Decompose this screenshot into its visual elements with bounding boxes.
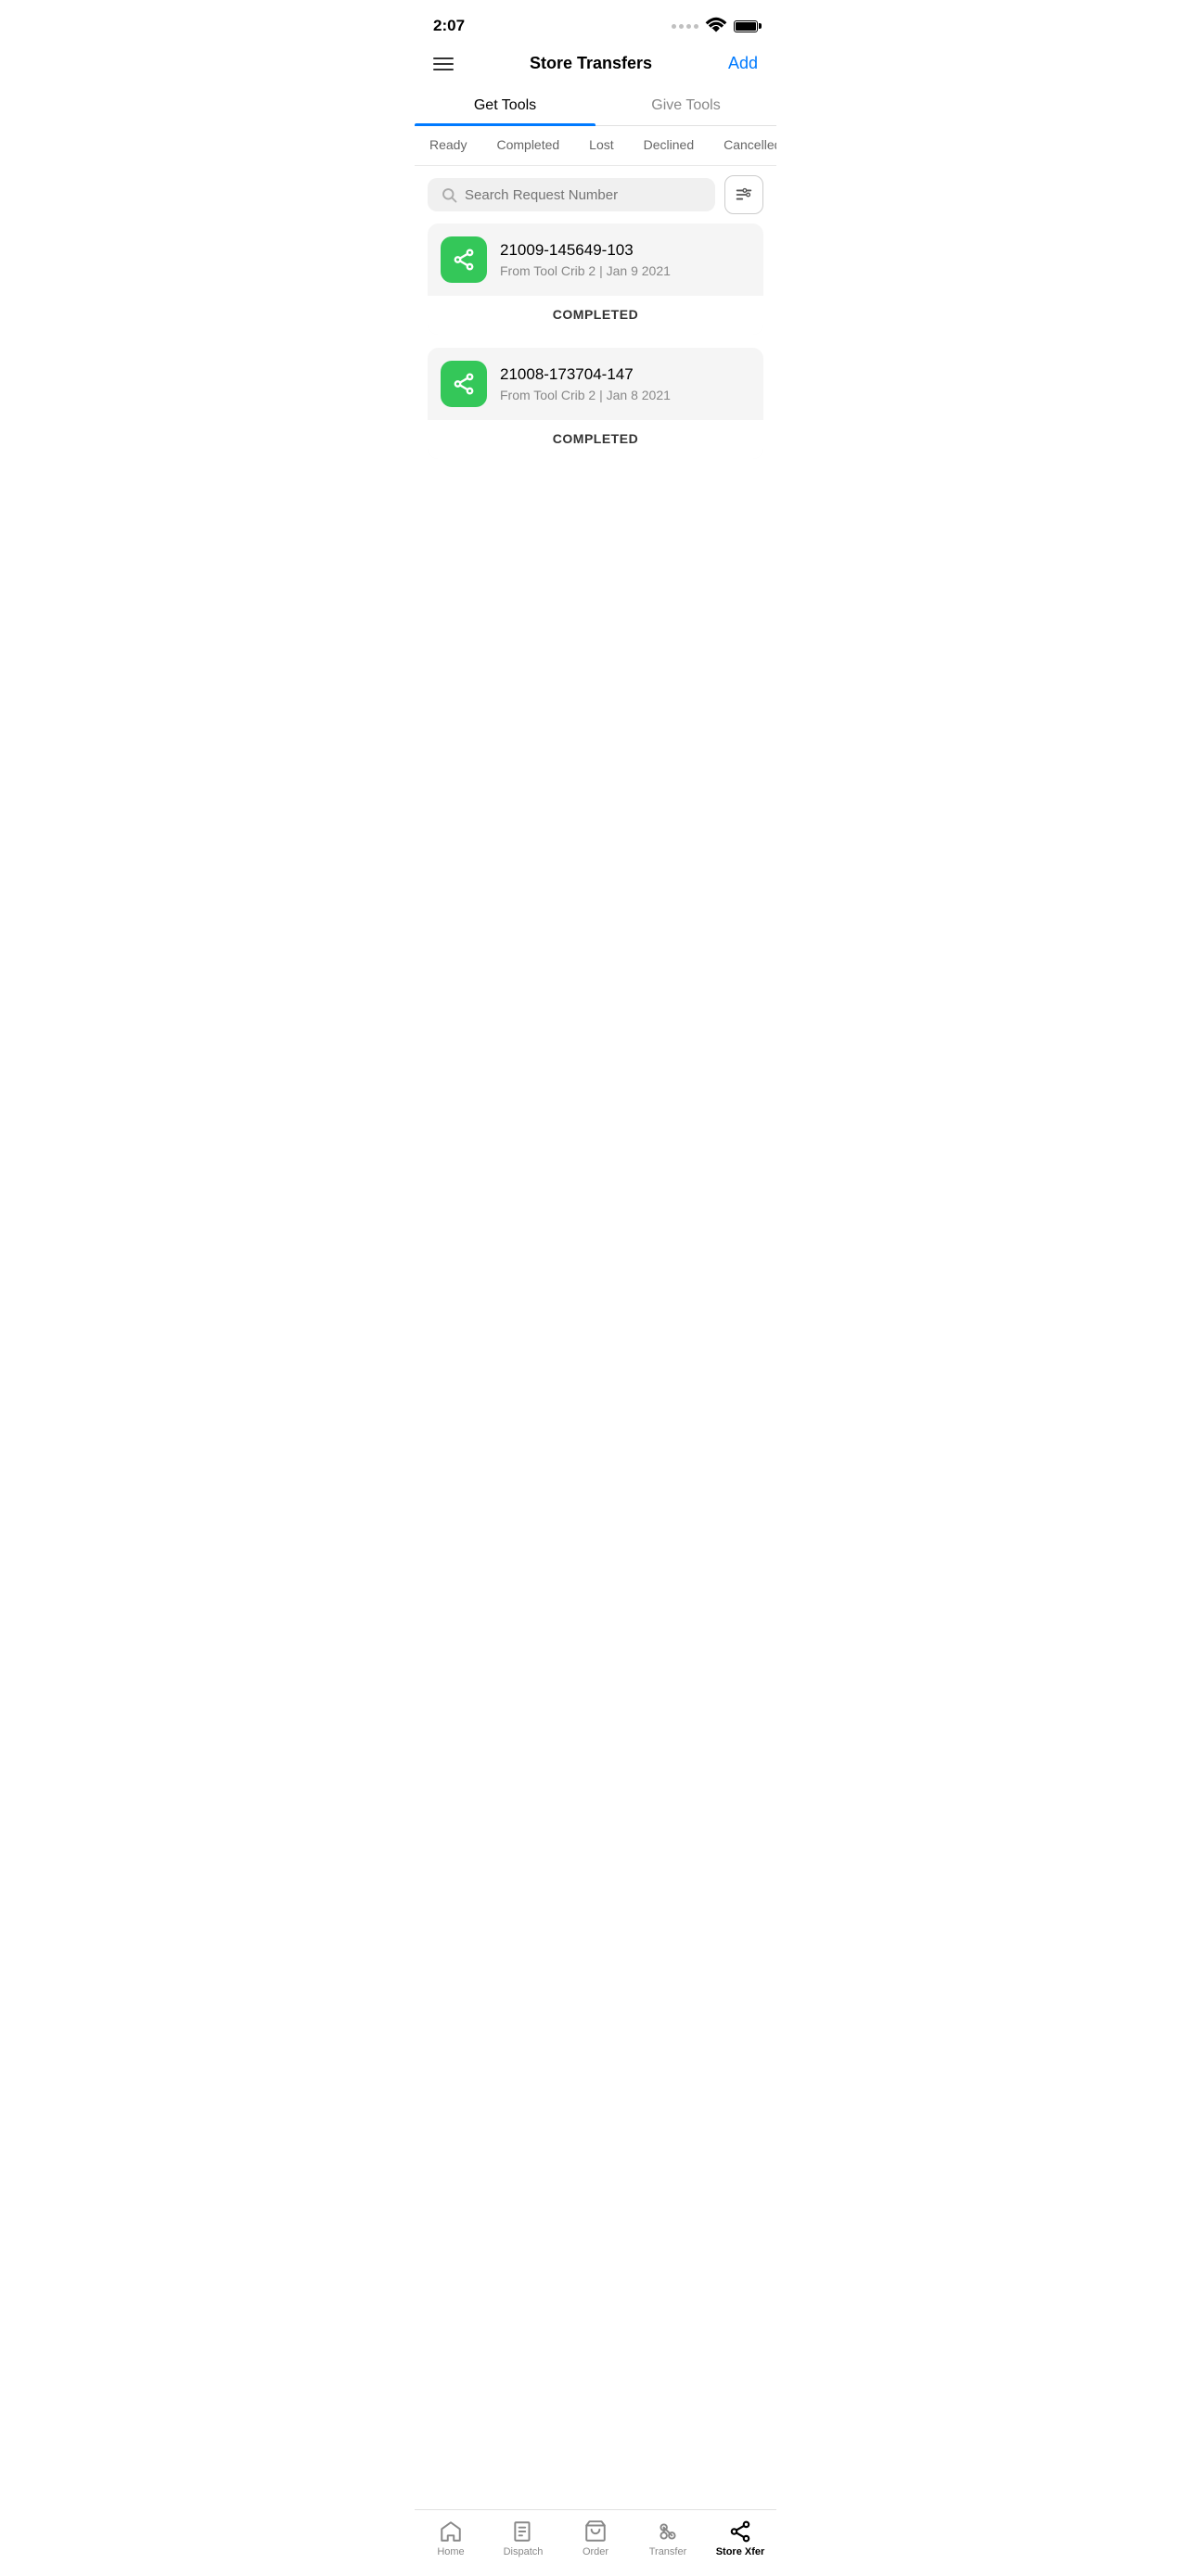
table-row[interactable]: 21008-173704-147 From Tool Crib 2 | Jan … bbox=[428, 348, 763, 459]
content-area: 21009-145649-103 From Tool Crib 2 | Jan … bbox=[415, 223, 776, 555]
nav-item-store-xfer[interactable]: Store Xfer bbox=[712, 2519, 768, 2557]
filter-icon bbox=[734, 185, 754, 205]
search-container bbox=[415, 166, 776, 223]
status-time: 2:07 bbox=[433, 17, 465, 35]
transfer-meta-2: From Tool Crib 2 | Jan 8 2021 bbox=[500, 388, 750, 402]
share-icon bbox=[452, 248, 476, 272]
tab-get-tools[interactable]: Get Tools bbox=[415, 86, 596, 125]
home-icon bbox=[439, 2519, 463, 2544]
wifi-icon bbox=[704, 14, 728, 38]
tab-give-tools[interactable]: Give Tools bbox=[596, 86, 776, 125]
status-bar: 2:07 bbox=[415, 0, 776, 46]
nav-label-order: Order bbox=[583, 2546, 608, 2557]
nav-item-dispatch[interactable]: Dispatch bbox=[495, 2519, 551, 2557]
search-input[interactable] bbox=[465, 187, 702, 203]
share-icon bbox=[452, 372, 476, 396]
store-xfer-icon bbox=[728, 2519, 752, 2544]
sub-tab-ready[interactable]: Ready bbox=[416, 132, 480, 159]
header: Store Transfers Add bbox=[415, 46, 776, 86]
bottom-nav: Home Dispatch Order Transfer bbox=[415, 2509, 776, 2576]
transfer-info-2: 21008-173704-147 From Tool Crib 2 | Jan … bbox=[500, 365, 750, 402]
sub-tab-cancelled[interactable]: Cancelled bbox=[711, 132, 776, 159]
transfer-icon-1 bbox=[441, 236, 487, 283]
nav-label-dispatch: Dispatch bbox=[504, 2546, 544, 2557]
transfer-status-container-2: COMPLETED bbox=[428, 420, 763, 459]
transfer-status-1: COMPLETED bbox=[553, 307, 638, 322]
transfer-number-2: 21008-173704-147 bbox=[500, 365, 750, 384]
order-icon bbox=[583, 2519, 608, 2544]
nav-label-store-xfer: Store Xfer bbox=[716, 2546, 765, 2557]
transfer-icon bbox=[656, 2519, 680, 2544]
signal-icon bbox=[672, 24, 698, 29]
transfer-status-2: COMPLETED bbox=[553, 431, 638, 446]
transfer-icon-2 bbox=[441, 361, 487, 407]
transfer-card-top-1: 21009-145649-103 From Tool Crib 2 | Jan … bbox=[428, 223, 763, 296]
transfer-status-container-1: COMPLETED bbox=[428, 296, 763, 335]
search-input-wrapper bbox=[428, 178, 715, 211]
transfer-info-1: 21009-145649-103 From Tool Crib 2 | Jan … bbox=[500, 241, 750, 278]
nav-label-home: Home bbox=[437, 2546, 464, 2557]
menu-button[interactable] bbox=[433, 57, 454, 70]
nav-item-home[interactable]: Home bbox=[423, 2519, 479, 2557]
dispatch-icon bbox=[511, 2519, 535, 2544]
battery-icon bbox=[734, 20, 758, 32]
sub-tab-declined[interactable]: Declined bbox=[631, 132, 707, 159]
status-icons bbox=[672, 14, 758, 38]
table-row[interactable]: 21009-145649-103 From Tool Crib 2 | Jan … bbox=[428, 223, 763, 335]
sub-tabs: Ready Completed Lost Declined Cancelled … bbox=[415, 126, 776, 166]
filter-button[interactable] bbox=[724, 175, 763, 214]
main-tabs: Get Tools Give Tools bbox=[415, 86, 776, 126]
add-button[interactable]: Add bbox=[728, 54, 758, 73]
transfer-number-1: 21009-145649-103 bbox=[500, 241, 750, 260]
transfer-card-top-2: 21008-173704-147 From Tool Crib 2 | Jan … bbox=[428, 348, 763, 420]
nav-label-transfer: Transfer bbox=[649, 2546, 687, 2557]
sub-tab-lost[interactable]: Lost bbox=[576, 132, 626, 159]
transfers-list: 21009-145649-103 From Tool Crib 2 | Jan … bbox=[415, 223, 776, 459]
nav-item-transfer[interactable]: Transfer bbox=[640, 2519, 696, 2557]
transfer-meta-1: From Tool Crib 2 | Jan 9 2021 bbox=[500, 263, 750, 278]
nav-item-order[interactable]: Order bbox=[568, 2519, 623, 2557]
page-title: Store Transfers bbox=[530, 54, 652, 73]
sub-tab-completed[interactable]: Completed bbox=[483, 132, 572, 159]
search-icon bbox=[441, 186, 457, 203]
